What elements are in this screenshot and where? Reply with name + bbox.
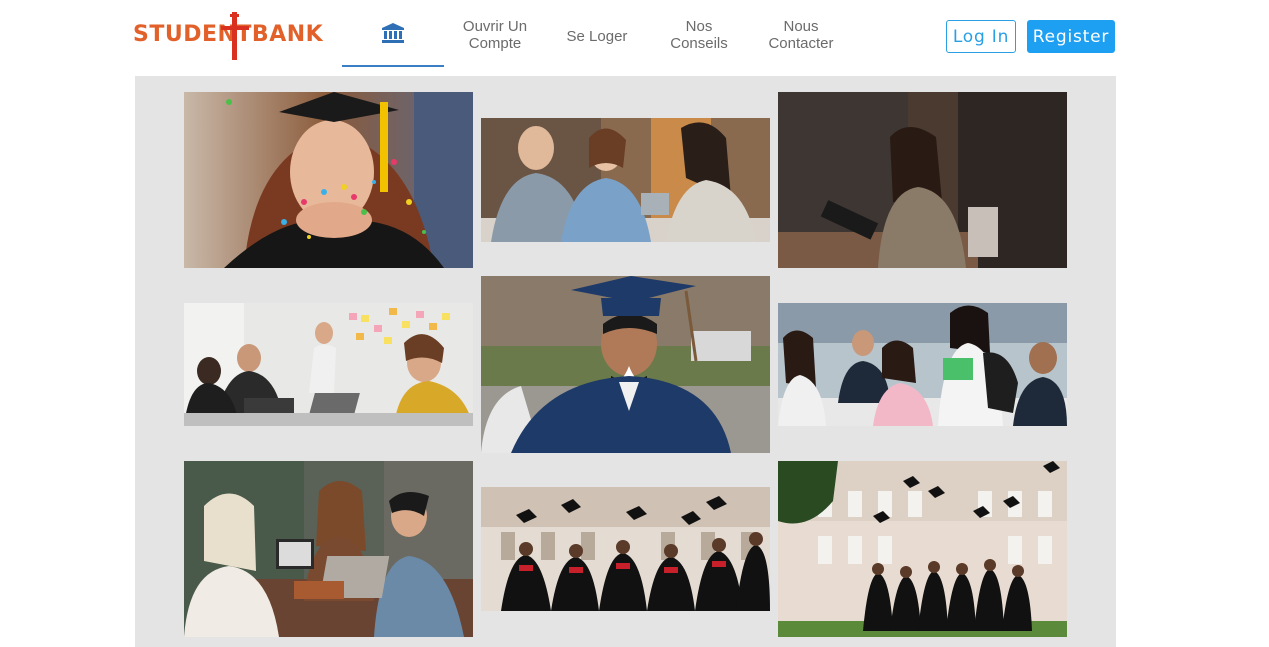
photo-students-chatting <box>481 118 770 242</box>
logo-tower-icon <box>221 12 249 60</box>
photo-gallery <box>135 76 1116 647</box>
photo-woman-tablet <box>778 92 1067 268</box>
nav-home[interactable] <box>342 0 444 67</box>
photo-team-meeting <box>184 303 473 426</box>
nav-ouvrir-un-compte[interactable]: Ouvrir Un Compte <box>444 18 546 52</box>
photo-smiling-graduate <box>481 276 770 453</box>
nav-label-line1: Nos <box>685 18 713 35</box>
nav-label-line1: Se Loger <box>566 28 628 45</box>
studentbank-logo[interactable]: STUDENTBANK <box>133 12 333 60</box>
nav-nous-contacter[interactable]: Nous Contacter <box>750 18 852 52</box>
login-button[interactable]: Log In <box>946 20 1016 53</box>
nav-nos-conseils[interactable]: Nos Conseils <box>648 18 750 52</box>
nav-se-loger[interactable]: Se Loger <box>546 28 648 45</box>
bank-icon <box>382 22 404 43</box>
photo-graduates-throwing-caps <box>481 487 770 611</box>
nav-label-line2: Conseils <box>670 35 728 52</box>
photo-graduate-confetti <box>184 92 473 268</box>
nav-label-line2: Contacter <box>768 35 834 52</box>
nav-label-line1: Ouvrir Un <box>462 18 528 35</box>
nav-label-line1: Nous <box>783 18 819 35</box>
photo-graduates-building <box>778 461 1067 637</box>
register-button[interactable]: Register <box>1027 20 1115 53</box>
top-navbar: STUDENTBANK Ouvrir Un Compte Se Loger No… <box>0 0 1269 76</box>
photo-students-classroom <box>778 303 1067 426</box>
photo-friends-laptop <box>184 461 473 637</box>
nav-label-line2: Compte <box>468 35 522 52</box>
